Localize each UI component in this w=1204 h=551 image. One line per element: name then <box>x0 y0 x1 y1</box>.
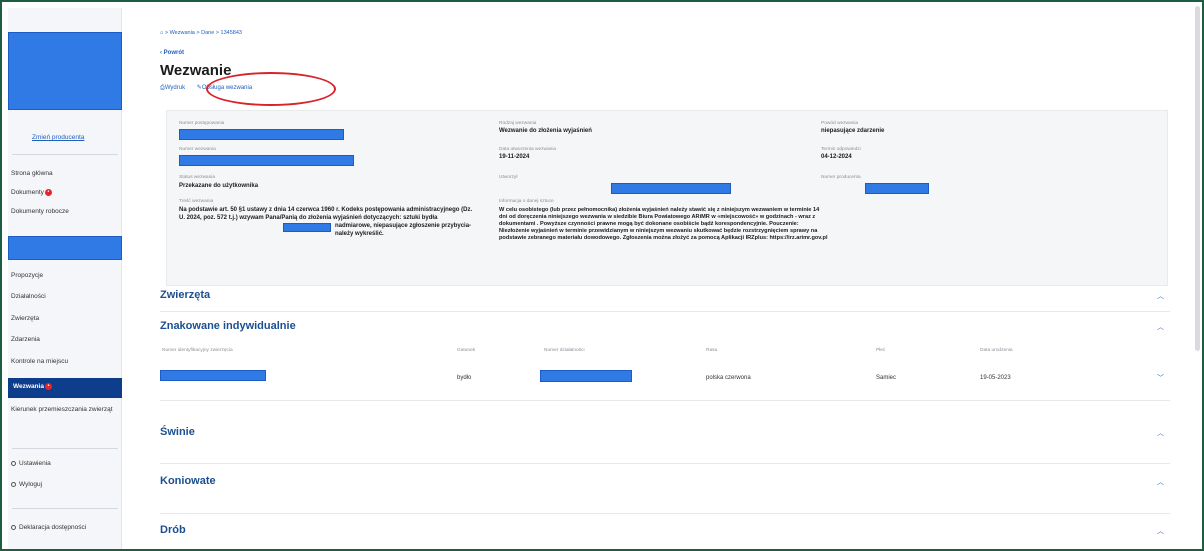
scrollbar[interactable] <box>1195 6 1200 351</box>
field-label: Status wezwania <box>179 175 215 180</box>
sidebar-item-settings[interactable]: Ustawienia <box>11 460 51 467</box>
sidebar-item-label: Dokumenty <box>11 189 44 196</box>
summons-content-cont: nadmiarowe, niepasujące zgłoszenie przyb… <box>335 223 472 237</box>
sidebar-item-documents[interactable]: Dokumenty • <box>11 189 52 196</box>
sidebar-item-label: Wyloguj <box>19 481 43 488</box>
print-button[interactable]: ⎙Wydruk <box>160 85 185 91</box>
redacted-block <box>8 236 122 260</box>
field-label: Numer wezwania <box>179 147 216 152</box>
accessibility-icon <box>11 524 16 530</box>
column-header[interactable]: Gatunek <box>457 348 475 353</box>
reason-value: niepasujące zdarzenie <box>821 128 885 134</box>
field-label: Informacja o danej sztuce <box>499 199 554 204</box>
field-label: Treść wezwania <box>179 199 214 204</box>
response-deadline-value: 04-12-2024 <box>821 154 852 160</box>
sidebar-item-events[interactable]: Zdarzenia <box>11 336 40 343</box>
field-label: Powód wezwania <box>821 121 859 126</box>
field-label: Data utworzenia wezwania <box>499 147 557 152</box>
main-content: ⌂ > Wezwania > Dane > 1345843 ‹ Powrót W… <box>122 8 1198 549</box>
highlight-annotation <box>206 72 336 106</box>
sidebar-item-label: Ustawienia <box>19 460 51 467</box>
notification-badge: • <box>44 189 52 196</box>
logout-icon <box>11 481 16 487</box>
sidebar-divider <box>12 448 118 449</box>
notification-badge: • <box>44 383 52 390</box>
field-label: Rodzaj wezwania <box>499 121 537 126</box>
sidebar: Zmień producenta Strona główna Dokumenty… <box>8 8 122 549</box>
breed-cell: polska czerwona <box>706 375 751 381</box>
redacted-proceeding-number <box>179 129 344 140</box>
status-value: Przekazane do użytkownika <box>179 183 259 189</box>
chevron-up-icon[interactable]: ︿ <box>1157 322 1164 332</box>
redacted-summons-number <box>179 155 354 166</box>
page-title: Wezwanie <box>160 62 232 79</box>
sidebar-item-inspections[interactable]: Kontrole na miejscu <box>11 358 68 365</box>
print-label: Wydruk <box>164 85 186 91</box>
sidebar-item-accessibility[interactable]: Deklaracja dostępności <box>11 524 86 531</box>
redacted-logo-block <box>8 32 122 110</box>
sidebar-divider <box>12 508 118 509</box>
summons-details-panel: Numer postępowania Numer wezwania Status… <box>166 110 1168 286</box>
gear-icon <box>11 460 16 466</box>
redacted-animal-id <box>283 223 331 232</box>
divider <box>160 513 1170 514</box>
sidebar-divider <box>12 154 118 155</box>
sex-cell: Samiec <box>876 375 897 381</box>
column-header[interactable]: Rasa <box>706 348 717 353</box>
summons-type-value: Wezwanie do złożenia wyjaśnień <box>499 128 592 134</box>
column-header[interactable]: Data urodzenia <box>980 348 1013 353</box>
redacted-activity-number <box>540 370 632 382</box>
chevron-down-icon[interactable]: ﹀ <box>1157 373 1164 383</box>
section-pigs[interactable]: Świnie <box>160 426 195 438</box>
chevron-up-icon[interactable]: ︿ <box>1157 428 1164 438</box>
animal-info-value: W celu osobistego (lub przez pełnomocnik… <box>499 207 828 241</box>
divider <box>160 463 1170 464</box>
column-header[interactable]: Numer identyfikacyjny zwierzęcia <box>162 348 233 353</box>
species-cell: bydło <box>457 375 472 381</box>
section-individual[interactable]: Znakowane indywidualnie <box>160 320 296 332</box>
field-label: Termin odpowiedzi <box>821 147 861 152</box>
redacted-created-by <box>611 183 731 194</box>
chevron-up-icon[interactable]: ︿ <box>1157 526 1164 536</box>
section-horses[interactable]: Koniowate <box>160 475 216 487</box>
redacted-producer-number <box>865 183 929 194</box>
field-label: Numer postępowania <box>179 121 225 126</box>
chevron-up-icon[interactable]: ︿ <box>1157 477 1164 487</box>
sidebar-item-home[interactable]: Strona główna <box>11 170 53 177</box>
sidebar-item-animals[interactable]: Zwierzęta <box>11 315 39 322</box>
field-label: Utworzył <box>499 175 518 180</box>
divider <box>160 311 1170 312</box>
divider <box>160 400 1170 401</box>
sidebar-item-label: Deklaracja dostępności <box>19 524 87 531</box>
sidebar-item-label: Wezwania <box>13 383 44 390</box>
summons-content: Na podstawie art. 50 §1 ustawy z dnia 14… <box>179 207 473 221</box>
sidebar-item-movement-direction[interactable]: Kierunek przemieszczania zwierząt <box>11 406 115 414</box>
sidebar-item-activities[interactable]: Działalności <box>11 293 46 300</box>
breadcrumb[interactable]: ⌂ > Wezwania > Dane > 1345843 <box>160 30 242 36</box>
section-animals[interactable]: Zwierzęta <box>160 289 210 301</box>
column-header[interactable]: Numer działalności <box>544 348 585 353</box>
sidebar-item-summons[interactable]: Wezwania • <box>8 378 122 398</box>
created-date-value: 19-11-2024 <box>499 154 530 160</box>
sidebar-item-logout[interactable]: Wyloguj <box>11 481 42 488</box>
app-window: Zmień producenta Strona główna Dokumenty… <box>0 0 1204 551</box>
redacted-animal-id <box>160 370 266 381</box>
change-producer-link[interactable]: Zmień producenta <box>32 134 84 141</box>
field-label: Numer producenta <box>821 175 861 180</box>
sidebar-item-draft-documents[interactable]: Dokumenty robocze <box>11 208 69 215</box>
back-link[interactable]: ‹ Powrót <box>160 50 184 56</box>
sidebar-item-proposals[interactable]: Propozycje <box>11 272 43 279</box>
column-header[interactable]: Płeć <box>876 348 885 353</box>
section-poultry[interactable]: Drób <box>160 524 186 536</box>
chevron-up-icon[interactable]: ︿ <box>1157 291 1164 301</box>
birth-date-cell: 19-05-2023 <box>980 375 1011 381</box>
